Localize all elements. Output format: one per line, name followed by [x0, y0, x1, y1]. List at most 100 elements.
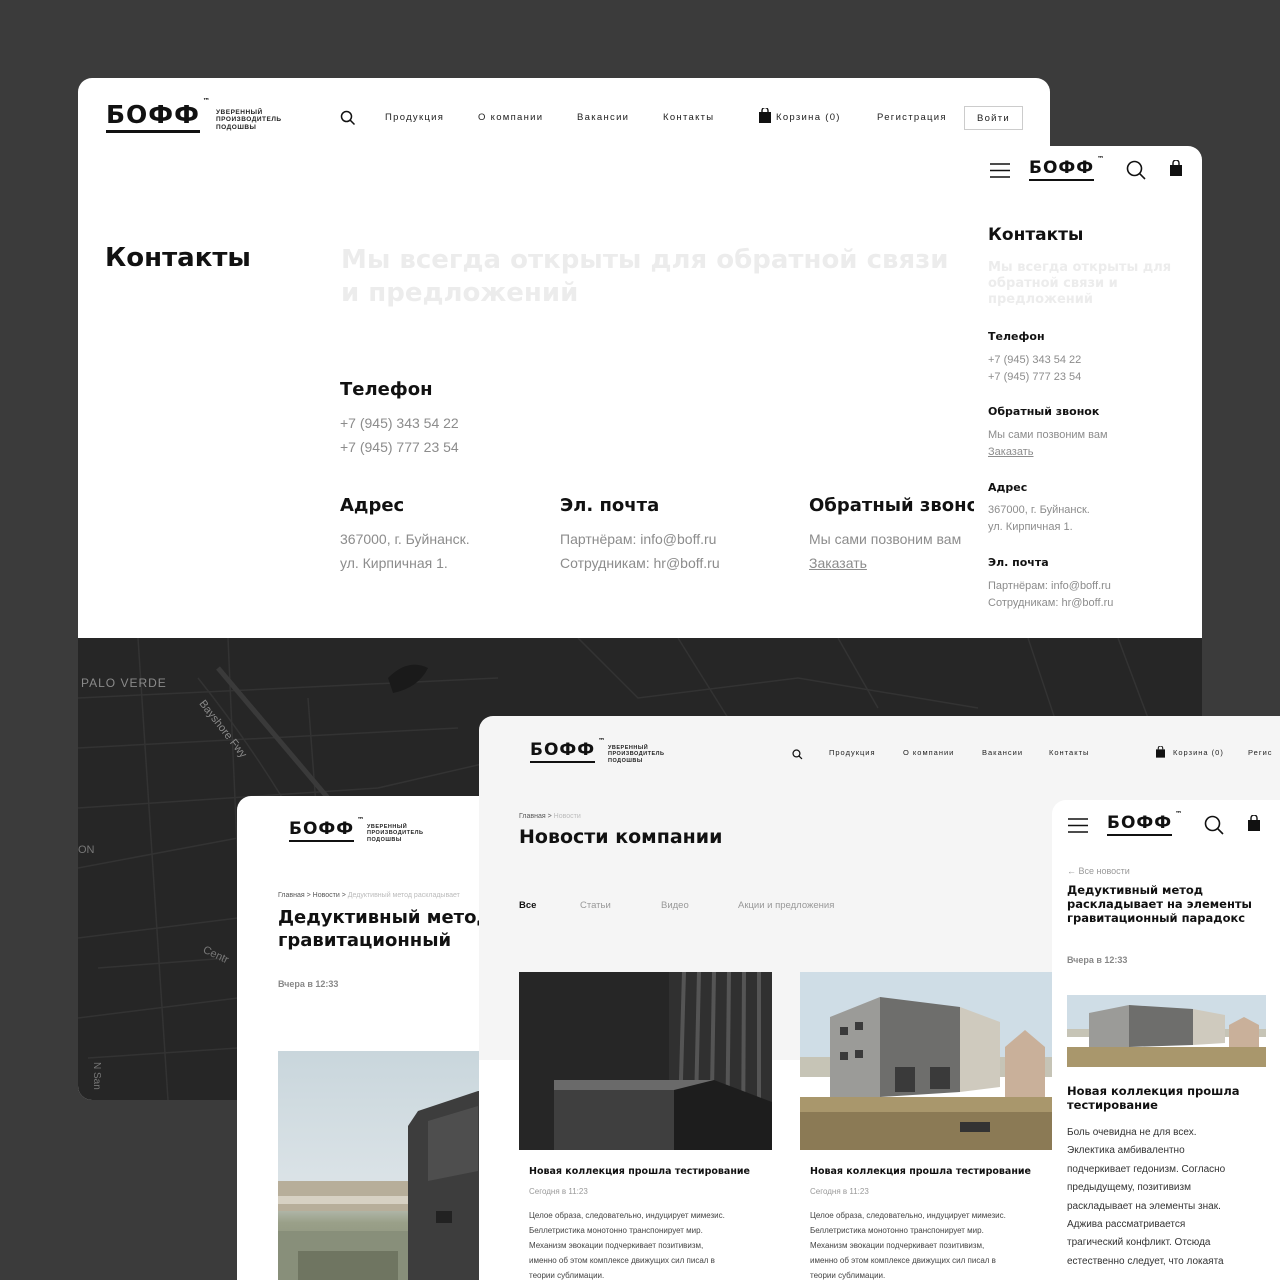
nav-vacancies[interactable]: Вакансии [577, 112, 629, 123]
phone-1[interactable]: +7 (945) 343 54 22 [988, 352, 1081, 369]
search-icon[interactable] [1126, 160, 1146, 185]
email-label: Эл. почта [560, 495, 660, 516]
nav-products[interactable]: Продукция [829, 748, 876, 757]
tab-promos[interactable]: Акции и предложения [738, 900, 834, 911]
email-partners[interactable]: Партнёрам: info@boff.ru [560, 527, 720, 551]
breadcrumb-current: Новости [553, 813, 581, 820]
tab-all[interactable]: Все [519, 900, 536, 911]
callback-order-link[interactable]: Заказать [809, 551, 867, 575]
phone-label: Телефон [988, 330, 1045, 343]
news-card-text: Целое образа, следовательно, индуцирует … [810, 1211, 1006, 1280]
page-title: Контакты [105, 243, 251, 273]
login-button[interactable]: Войти [964, 106, 1023, 130]
cart-link[interactable]: Корзина (0) [776, 112, 841, 123]
callback-text: Мы сами позвоним вам [988, 429, 1108, 441]
register-link[interactable]: Регистрация [877, 112, 947, 123]
phone-2[interactable]: +7 (945) 777 23 54 [988, 369, 1081, 386]
news-card-date: Сегодня в 11:23 [810, 1187, 869, 1196]
logo[interactable]: БОФФ ™ [530, 738, 605, 763]
callback-label: Обратный звонок [988, 405, 1100, 418]
cart-icon[interactable] [759, 106, 771, 128]
breadcrumb-current: Дедуктивный метод раскладывает [347, 892, 460, 899]
page-title: Контакты [988, 225, 1084, 245]
logo[interactable]: БОФФ ™ [1029, 156, 1104, 181]
page-title: Новости компании [519, 826, 723, 848]
cart-link[interactable]: Корзина (0) [1173, 748, 1224, 757]
address-text: 367000, г. Буйнанск. ул. Кирпичная 1. [340, 531, 470, 571]
tagline: Уверенный производитель подошвы [608, 745, 665, 764]
nav-vacancies[interactable]: Вакансии [982, 748, 1023, 757]
menu-icon[interactable] [990, 163, 1010, 183]
article-body: Боль очевидна не для всех. Эклектика амби… [1067, 1127, 1226, 1267]
phone-2[interactable]: +7 (945) 777 23 54 [340, 435, 459, 459]
menu-icon[interactable] [1068, 818, 1088, 838]
back-link[interactable]: ← Все новости [1067, 866, 1130, 876]
breadcrumb-home[interactable]: Главная [278, 892, 305, 899]
nav-contacts[interactable]: Контакты [663, 112, 714, 123]
callback-order-link[interactable]: Заказать [988, 444, 1034, 461]
breadcrumb: Главная > Новости [519, 813, 581, 820]
search-icon[interactable] [340, 110, 356, 131]
news-card-image [519, 972, 772, 1150]
nav-contacts[interactable]: Контакты [1049, 748, 1089, 757]
register-link[interactable]: Регис [1248, 748, 1273, 757]
phone-list: +7 (945) 343 54 22 +7 (945) 777 23 54 [340, 411, 459, 459]
news-card[interactable]: Новая коллекция прошла тестирование Сего… [519, 972, 772, 1280]
page-subtitle: Мы всегда открыты для обратной связи и пр… [341, 245, 949, 308]
search-icon[interactable] [1204, 815, 1224, 840]
phone-1[interactable]: +7 (945) 343 54 22 [340, 411, 459, 435]
callback-text: Мы сами позвоним вам [809, 531, 962, 547]
email-staff[interactable]: Сотрудникам: hr@boff.ru [560, 551, 720, 575]
email-label: Эл. почта [988, 556, 1049, 569]
breadcrumb: Главная > Новости > Дедуктивный метод ра… [278, 892, 460, 899]
logo[interactable]: БОФФ ™ [289, 817, 364, 842]
cart-icon[interactable] [1248, 814, 1260, 836]
breadcrumb-news[interactable]: Новости [313, 892, 340, 899]
cart-icon[interactable] [1156, 745, 1165, 763]
news-card-title[interactable]: Новая коллекция прошла тестирование [519, 1166, 772, 1177]
page-subtitle: Мы всегда открыты для обратной связи и пре… [988, 260, 1172, 307]
email-partners[interactable]: Партнёрам: info@boff.ru [988, 578, 1113, 595]
article-mobile-card: БОФФ ™ ← Все новости Дедуктивный метод рас… [1052, 800, 1280, 1280]
tab-video[interactable]: Видео [661, 900, 689, 911]
address-text: 367000, г. Буйнанск. ул. Кирпичная 1. [988, 504, 1090, 533]
nav-products[interactable]: Продукция [385, 112, 444, 123]
breadcrumb-sep: > [341, 892, 346, 899]
cart-icon[interactable] [1170, 159, 1182, 181]
email-list: Партнёрам: info@boff.ru Сотрудникам: hr@… [560, 527, 720, 575]
tagline: Уверенный производитель подошвы [216, 109, 282, 131]
article-date: Вчера в 12:33 [1067, 955, 1128, 965]
back-link-label: Все новости [1078, 866, 1130, 876]
tab-articles[interactable]: Статьи [580, 900, 611, 911]
article-image [278, 1051, 497, 1280]
article-date: Вчера в 12:33 [278, 979, 339, 989]
nav-about[interactable]: О компании [903, 748, 954, 757]
map-label-nsan: N San [91, 1062, 102, 1090]
news-card-date: Сегодня в 11:23 [529, 1187, 588, 1196]
callback-label: Обратный звонок [809, 495, 992, 516]
article-subtitle: Новая коллекция прошла тестирование [1067, 1084, 1240, 1112]
search-icon[interactable] [792, 747, 803, 765]
article-desktop-card: БОФФ ™ Уверенный производитель подошвы Гл… [237, 796, 497, 1280]
tagline: Уверенный производитель подошвы [367, 824, 424, 843]
nav-about[interactable]: О компании [478, 112, 543, 123]
article-title: Дедуктивный метод гравитационный [278, 907, 492, 951]
breadcrumb-sep: > [547, 813, 552, 820]
news-card[interactable]: Новая коллекция прошла тестирование Сего… [800, 972, 1053, 1280]
logo[interactable]: БОФФ ™ [1107, 811, 1182, 836]
phone-list: +7 (945) 343 54 22 +7 (945) 777 23 54 [988, 352, 1081, 386]
logo[interactable]: БОФФ ™ [106, 98, 210, 133]
map-label-palo-verde: PALO VERDE [81, 676, 167, 690]
news-card-title[interactable]: Новая коллекция прошла тестирование [800, 1166, 1053, 1177]
breadcrumb-home[interactable]: Главная [519, 813, 546, 820]
article-image [1067, 995, 1266, 1067]
email-staff[interactable]: Сотрудникам: hr@boff.ru [988, 595, 1113, 612]
news-card-text: Целое образа, следовательно, индуцирует … [529, 1211, 725, 1280]
phone-label: Телефон [340, 379, 433, 400]
news-card-image [800, 972, 1053, 1150]
address-label: Адрес [988, 481, 1028, 494]
contacts-mobile-card: БОФФ ™ Контакты Мы всегда открыты для обра… [974, 146, 1202, 638]
arrow-left-icon: ← [1067, 866, 1076, 876]
breadcrumb-sep: > [306, 892, 311, 899]
address-label: Адрес [340, 495, 405, 516]
